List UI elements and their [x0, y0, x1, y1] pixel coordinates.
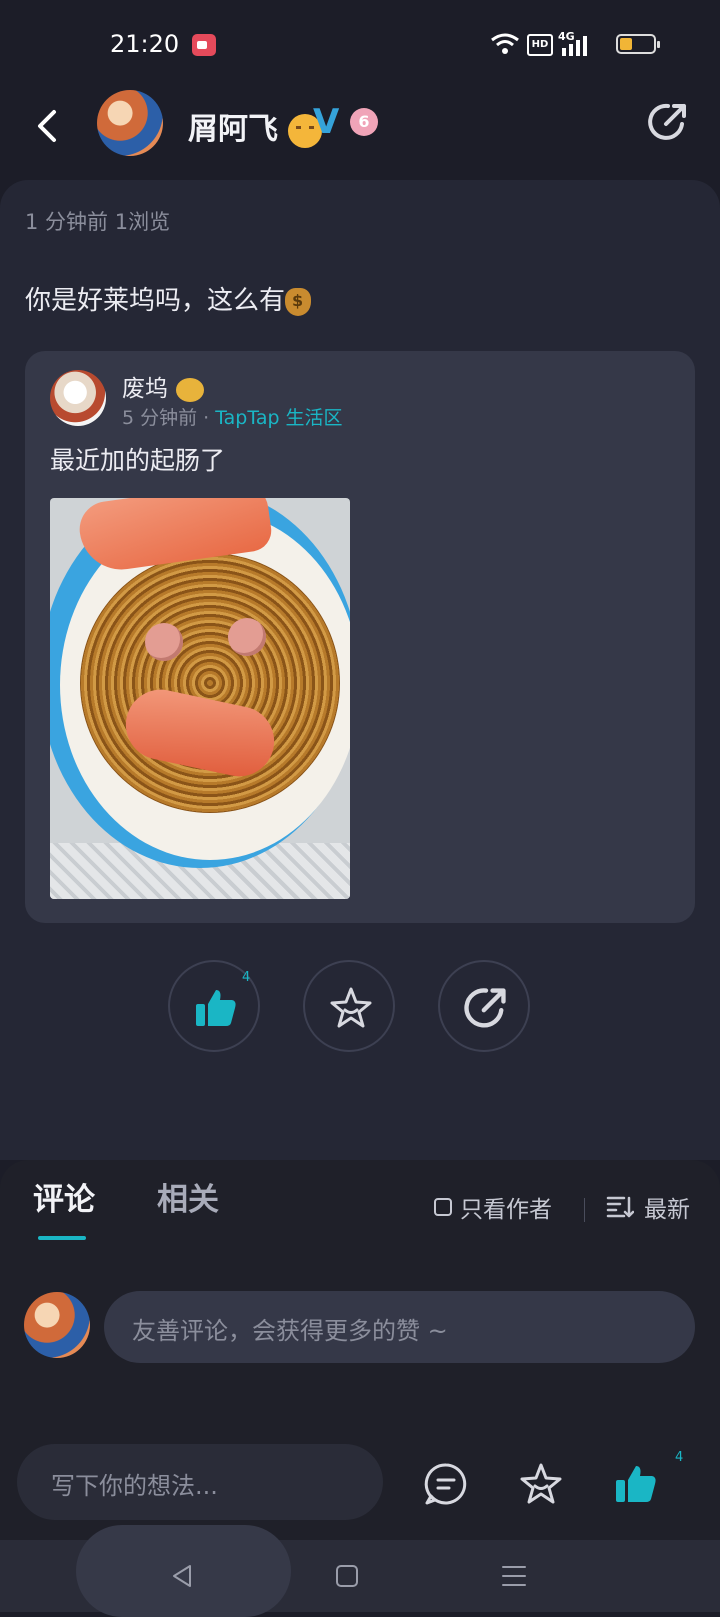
post-content: 你是好莱坞吗，这么有: [25, 280, 312, 317]
menu-icon: [502, 1566, 526, 1586]
share-icon: [648, 103, 686, 140]
triangle-back-icon: [173, 1565, 191, 1587]
quoted-author-name: 废坞: [122, 376, 168, 402]
author-avatar[interactable]: [97, 90, 163, 156]
forum-link[interactable]: TapTap 生活区: [215, 407, 342, 429]
write-input[interactable]: 写下你的想法...: [17, 1444, 383, 1520]
image-noodles: [80, 553, 340, 813]
favorite-button[interactable]: [303, 960, 395, 1052]
share-post-button[interactable]: [438, 960, 530, 1052]
like-button[interactable]: 4: [168, 960, 260, 1052]
my-avatar: [24, 1292, 90, 1358]
sort-icon: [606, 1196, 634, 1218]
like-count: 4: [242, 970, 251, 985]
thumbs-up-icon: [616, 1466, 656, 1502]
comment-icon: [424, 1463, 467, 1505]
post-meta: 1 分钟前 1浏览: [25, 210, 171, 234]
sort-label: 最新: [644, 1197, 690, 1223]
post-image[interactable]: [50, 498, 350, 899]
bottom-action-bar: 写下你的想法... 4: [0, 1430, 720, 1540]
star-icon: [330, 987, 372, 1028]
active-tab-indicator: [38, 1236, 86, 1240]
share-button[interactable]: [646, 100, 690, 144]
meta-separator: ·: [203, 407, 210, 429]
nav-back-button[interactable]: [168, 1562, 196, 1590]
author-name[interactable]: 屑阿飞: [188, 104, 323, 148]
status-time: 21:20: [110, 30, 180, 58]
post-text: 你是好莱坞吗，这么有: [25, 286, 286, 316]
bottom-like-count: 4: [675, 1450, 684, 1465]
quoted-post[interactable]: 废坞 5 分钟前 · TapTap 生活区 最近加的起肠了: [25, 351, 695, 923]
checkbox-icon[interactable]: [434, 1198, 452, 1216]
sort-button[interactable]: 最新: [606, 1190, 690, 1224]
battery-icon: [616, 34, 660, 54]
author-name-text: 屑阿飞: [188, 112, 278, 147]
post-card: 1 分钟前 1浏览 你是好莱坞吗，这么有 废坞 5 分钟前·TapTap 生活区…: [0, 180, 720, 1160]
write-input-placeholder: 写下你的想法...: [51, 1472, 218, 1500]
quoted-text: 最近加的起肠了: [50, 446, 226, 475]
signal-icon: [560, 36, 590, 60]
share-icon: [464, 988, 506, 1028]
image-sausage-right: [228, 618, 266, 656]
post-actions: 4: [0, 960, 720, 1060]
chevron-left-icon: [38, 110, 56, 142]
comment-input[interactable]: 友善评论，会获得更多的赞 ~: [104, 1291, 695, 1363]
back-button[interactable]: [30, 106, 70, 146]
bottom-like-button[interactable]: [612, 1460, 660, 1508]
only-author-label: 只看作者: [460, 1197, 552, 1223]
quoted-time: 5 分钟前: [122, 407, 198, 429]
wifi-icon: [490, 32, 520, 60]
comment-button[interactable]: [422, 1460, 470, 1508]
star-icon: [520, 1463, 562, 1504]
user-badge-icon: [176, 377, 204, 402]
comment-input-placeholder: 友善评论，会获得更多的赞 ~: [132, 1317, 448, 1345]
quoted-meta: 5 分钟前 · TapTap 生活区: [122, 403, 343, 430]
square-home-icon: [336, 1565, 358, 1587]
system-nav-bar: [0, 1525, 720, 1617]
divider: [584, 1198, 585, 1222]
nav-menu-button[interactable]: [500, 1562, 528, 1590]
thumbs-up-icon: [196, 990, 236, 1026]
hd-icon: HD: [527, 34, 553, 56]
nav-home-button[interactable]: [333, 1562, 361, 1590]
screen-record-icon: [192, 34, 216, 56]
tab-related[interactable]: 相关: [157, 1174, 219, 1219]
post-header: 屑阿飞 V 6: [0, 90, 720, 180]
image-sausage-left: [145, 623, 183, 661]
quoted-author[interactable]: 废坞: [122, 369, 204, 403]
bottom-favorite-button[interactable]: [517, 1460, 565, 1508]
status-bar: 21:20 HD 4G: [0, 0, 720, 90]
level-badge: 6: [350, 108, 378, 136]
only-author-toggle[interactable]: 只看作者: [434, 1190, 552, 1224]
quoted-author-avatar[interactable]: [50, 370, 106, 426]
money-bag-icon: [285, 287, 312, 316]
tab-comments[interactable]: 评论: [33, 1174, 95, 1219]
verified-icon: V: [313, 102, 340, 142]
